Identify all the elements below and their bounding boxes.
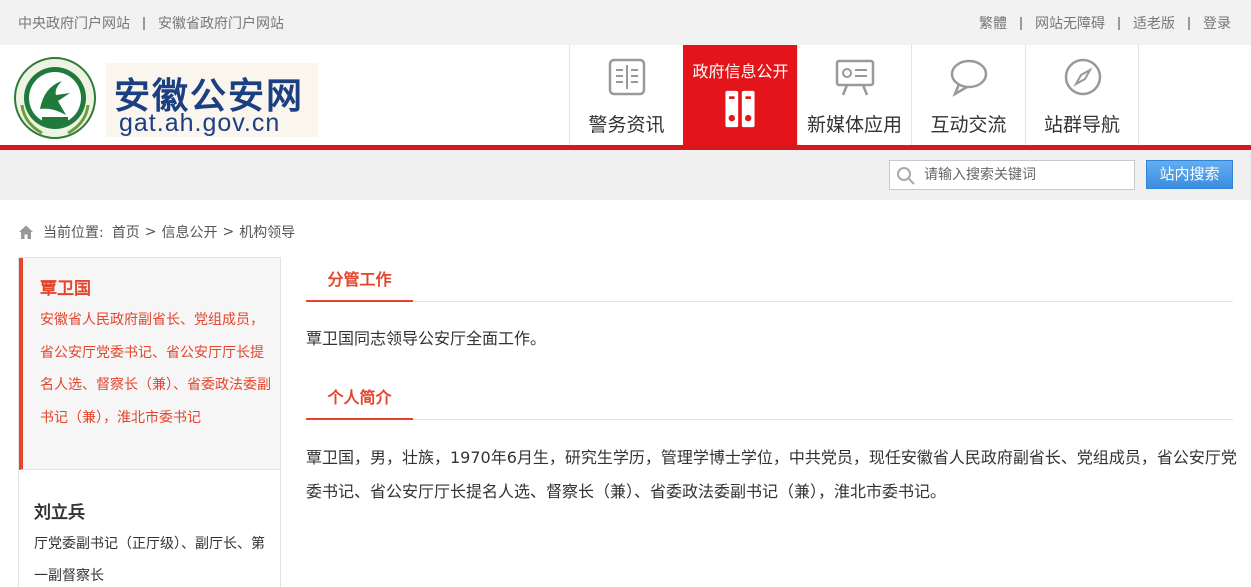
central-gov-link[interactable]: 中央政府门户网站	[18, 13, 130, 33]
divider	[1118, 16, 1120, 30]
main-nav: 警务资讯 政府信息公开 新媒体应用 互动交流 站群导航	[569, 45, 1139, 145]
top-right-links: 繁體 网站无障碍 适老版 登录	[979, 13, 1231, 33]
divider	[1020, 16, 1022, 30]
nav-new-media[interactable]: 新媒体应用	[797, 45, 911, 145]
search-button[interactable]: 站内搜索	[1146, 160, 1233, 189]
accessibility-link[interactable]: 网站无障碍	[1035, 13, 1105, 33]
compass-icon	[1064, 58, 1102, 96]
presentation-board-icon	[835, 59, 875, 96]
tab-responsibilities[interactable]: 分管工作	[306, 267, 413, 302]
elderly-mode-link[interactable]: 适老版	[1133, 13, 1175, 33]
leader-name: 刘立兵	[34, 503, 85, 523]
nav-site-group[interactable]: 站群导航	[1025, 45, 1139, 145]
anhui-gov-link[interactable]: 安徽省政府门户网站	[158, 13, 284, 33]
breadcrumb-prefix: 当前位置:	[43, 225, 104, 241]
site-logo[interactable]: 安徽公安网 gat.ah.gov.cn	[106, 63, 318, 137]
leader-name: 覃卫国	[40, 279, 91, 299]
breadcrumb-separator: >	[222, 224, 235, 240]
section-header-profile: 个人简介	[306, 385, 1233, 420]
leader-title: 安徽省人民政府副省长、党组成员，省公安厅党委书记、省公安厅厅长提名人选、督察长（…	[40, 312, 271, 426]
police-emblem-icon[interactable]	[14, 57, 96, 139]
tab-profile[interactable]: 个人简介	[306, 385, 413, 420]
leader-item[interactable]: 刘立兵 厅党委副书记（正厅级）、副厅长、第一副督察长	[19, 470, 280, 587]
login-link[interactable]: 登录	[1203, 13, 1231, 33]
nav-label: 互动交流	[930, 114, 1007, 136]
leader-title: 厅党委副书记（正厅级）、副厅长、第一副督察长	[34, 536, 265, 584]
profile-text: 覃卫国，男，壮族，1970年6月生，研究生学历，管理学博士学位，中共党员，现任安…	[306, 448, 1237, 501]
responsibilities-text: 覃卫国同志领导公安厅全面工作。	[306, 329, 547, 348]
leader-sidebar: 覃卫国 安徽省人民政府副省长、党组成员，省公安厅党委书记、省公安厅厅长提名人选、…	[18, 257, 281, 587]
binders-icon	[725, 90, 755, 128]
section-header-responsibilities: 分管工作	[306, 267, 1233, 302]
nav-interaction[interactable]: 互动交流	[911, 45, 1025, 145]
site-url: gat.ah.gov.cn	[119, 109, 281, 137]
chat-bubble-icon	[950, 59, 988, 97]
divider	[143, 16, 145, 30]
nav-label: 政府信息公开	[692, 62, 789, 81]
nav-label: 新媒体应用	[806, 114, 902, 136]
breadcrumb-info-disclosure[interactable]: 信息公开	[161, 222, 217, 242]
nav-label: 站群导航	[1043, 114, 1120, 136]
search-box	[889, 160, 1135, 190]
search-bar: 站内搜索	[0, 150, 1251, 200]
breadcrumb-separator: >	[144, 224, 157, 240]
nav-label: 警务资讯	[588, 114, 665, 136]
site-header: 安徽公安网 gat.ah.gov.cn 警务资讯 政府信息公开 新媒体应用 互动…	[0, 45, 1251, 145]
top-bar: 中央政府门户网站 安徽省政府门户网站 繁體 网站无障碍 适老版 登录	[0, 0, 1251, 45]
traditional-chinese-link[interactable]: 繁體	[979, 13, 1007, 33]
breadcrumb: 当前位置: 首页 > 信息公开 > 机构领导	[18, 222, 295, 242]
top-left-links: 中央政府门户网站 安徽省政府门户网站	[18, 13, 284, 33]
search-input[interactable]	[924, 164, 1129, 186]
nav-gov-info-disclosure[interactable]: 政府信息公开	[683, 45, 797, 145]
breadcrumb-home[interactable]: 首页	[112, 222, 140, 242]
home-icon	[19, 225, 33, 239]
leader-item-active[interactable]: 覃卫国 安徽省人民政府副省长、党组成员，省公安厅党委书记、省公安厅厅长提名人选、…	[19, 258, 280, 470]
nav-police-news[interactable]: 警务资讯	[569, 45, 683, 145]
search-icon	[897, 167, 915, 185]
breadcrumb-current: 机构领导	[239, 225, 296, 241]
divider	[1188, 16, 1190, 30]
document-icon	[608, 58, 646, 96]
